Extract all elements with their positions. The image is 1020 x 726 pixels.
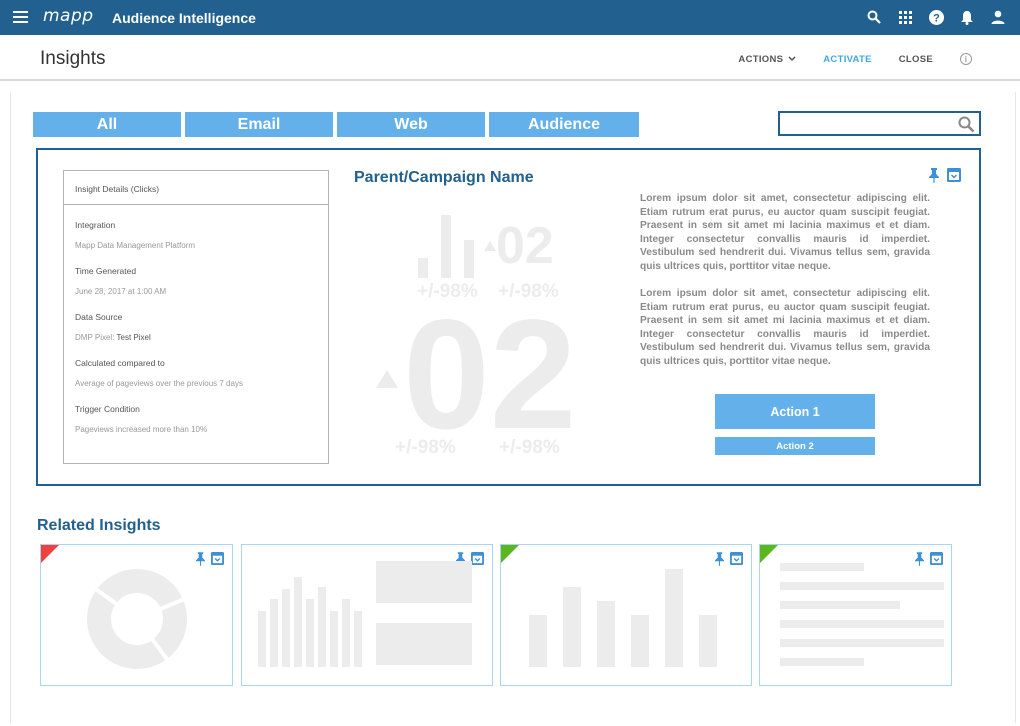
up-arrow-large-icon [376,370,398,388]
metric-small-number: 02 [496,217,554,275]
description-paragraph-1: Lorem ipsum dolor sit amet, consectetur … [640,193,930,272]
related-insight-card[interactable] [40,544,233,686]
related-insights-title: Related Insights [37,517,161,534]
tab-web[interactable]: Web [337,112,485,137]
insight-description: Lorem ipsum dolor sit amet, consectetur … [640,192,930,382]
action-2-button[interactable]: Action 2 [715,437,875,455]
tab-all[interactable]: All [33,112,181,137]
search-input[interactable] [778,111,981,136]
calculated-value: Average of pageviews over the previous 7… [75,379,243,388]
trigger-label: Trigger Condition [75,404,140,414]
campaign-name: Parent/Campaign Name [354,169,534,186]
mapp-logo[interactable]: mapp [43,6,94,26]
app-title: Audience Intelligence [112,10,256,26]
apps-grid-icon[interactable] [897,9,913,25]
bar-chart-placeholder [258,561,472,667]
text-lines-placeholder [780,563,944,666]
tab-email[interactable]: Email [185,112,333,137]
data-source-name: Test Pixel [116,333,151,342]
archive-icon[interactable] [730,552,743,565]
main-panel: All Email Web Audience Insight Details (… [10,92,1016,723]
time-generated-value: June 28, 2017 at 1:00 AM [75,287,167,296]
bar-chart-placeholder [529,569,717,667]
integration-value: Mapp Data Management Platform [75,241,196,250]
metric-big-pct-2: +/-98% [499,437,560,458]
user-account-icon[interactable] [990,9,1006,25]
status-corner-green [501,545,519,563]
insight-details-title: Insight Details (Clicks) [64,171,328,205]
insight-details-panel: Insight Details (Clicks) Integration Map… [63,170,329,464]
search-icon[interactable] [866,9,882,25]
pin-icon[interactable] [715,552,724,566]
tab-audience[interactable]: Audience [489,112,639,137]
description-paragraph-2: Lorem ipsum dolor sit amet, consectetur … [640,288,930,367]
filter-tabs: All Email Web Audience [33,112,639,137]
archive-icon[interactable] [947,168,961,182]
related-insight-card[interactable] [500,544,752,686]
actions-label: ACTIONS [738,53,784,65]
metric-big-pct-1: +/-98% [395,437,456,458]
donut-chart-placeholder [87,569,189,669]
close-button[interactable]: CLOSE [899,54,933,65]
page-header: Insights ACTIONS ACTIVATE CLOSE i [0,35,1020,81]
svg-text:?: ? [933,12,940,24]
archive-icon[interactable] [211,552,224,565]
help-icon[interactable]: ? [928,9,944,25]
time-generated-label: Time Generated [75,266,137,276]
chevron-down-icon [788,56,796,62]
page-title: Insights [40,48,106,69]
related-insight-card[interactable] [759,544,952,686]
data-source-label: Data Source [75,312,123,322]
top-app-bar: mapp Audience Intelligence ? [0,0,1020,35]
pin-icon[interactable] [196,552,205,566]
up-arrow-small-icon [484,241,496,251]
info-icon[interactable]: i [960,53,972,65]
action-1-button[interactable]: Action 1 [715,394,875,429]
metric-big-number: 02 [403,288,577,462]
related-insight-card[interactable] [241,544,493,686]
status-corner-red [41,545,59,563]
data-source-prefix: DMP Pixel: [75,333,117,342]
status-corner-green [760,545,778,563]
data-source-value: DMP Pixel: Test Pixel [75,333,328,342]
actions-menu-button[interactable]: ACTIONS [738,54,796,65]
integration-label: Integration [75,220,116,230]
trigger-value: Pageviews increased more than 10% [75,425,208,434]
search-icon[interactable] [958,116,975,133]
notifications-bell-icon[interactable] [959,9,975,25]
insight-card: Insight Details (Clicks) Integration Map… [36,148,981,486]
calculated-label: Calculated compared to [75,358,165,368]
activate-button[interactable]: ACTIVATE [823,54,872,65]
pin-icon[interactable] [929,168,939,183]
menu-icon[interactable] [13,11,28,23]
